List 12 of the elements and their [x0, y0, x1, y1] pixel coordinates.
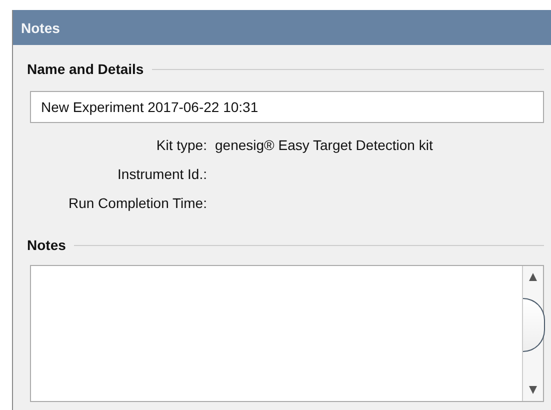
- section-heading: Name and Details: [27, 61, 144, 77]
- name-input-field[interactable]: New Experiment 2017-06-22 10:31: [30, 91, 544, 123]
- section-heading: Notes: [27, 237, 66, 253]
- scroll-up-arrow-icon[interactable]: [528, 272, 538, 282]
- scrollbar-thumb[interactable]: [523, 298, 545, 352]
- field-label: Kit type:: [155, 137, 207, 153]
- field-value: genesig® Easy Target Detection kit: [215, 137, 434, 153]
- field-label: Instrument Id.:: [116, 166, 207, 182]
- scroll-down-arrow-icon[interactable]: [528, 385, 538, 395]
- panel-title: Notes: [21, 20, 60, 36]
- field-label: Run Completion Time:: [67, 195, 207, 211]
- scrollbar[interactable]: [522, 266, 543, 401]
